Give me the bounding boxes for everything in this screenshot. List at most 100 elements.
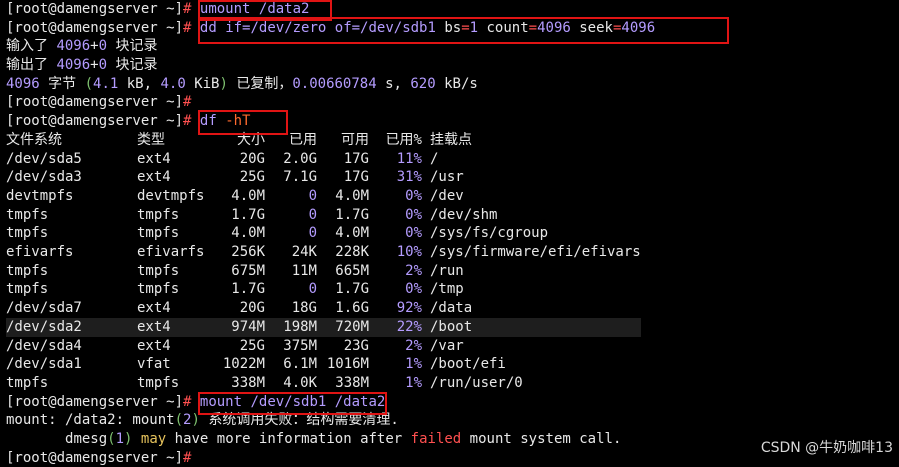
output-text: ): [191, 412, 200, 429]
df-cell: 4.0M: [335, 225, 369, 242]
df-header-row: 文件系统 类型 大小 已用 可用 已用% 挂载点: [6, 131, 641, 150]
terminal-line: [root@damengserver ~]# mount /dev/sdb1 /…: [6, 393, 899, 412]
output-text: may: [140, 431, 167, 448]
column-header: 大小: [237, 131, 265, 148]
command-part: if: [225, 19, 243, 36]
df-cell: tmpfs: [137, 281, 180, 298]
df-cell: /tmp: [430, 281, 464, 298]
df-cell: 11M: [291, 262, 317, 279]
df-cell: 22%: [396, 318, 422, 335]
watermark: CSDN @牛奶咖啡13: [760, 440, 893, 456]
df-cell: 1.7G: [231, 206, 265, 223]
df-cell: /dev: [430, 187, 464, 204]
df-cell: /usr: [430, 169, 464, 186]
column-header: 可用: [341, 131, 369, 148]
df-row: /dev/sda1 vfat 1022M 6.1M 1016M 1% /boot/efi: [6, 355, 641, 374]
output-text: ): [219, 75, 228, 92]
output-number: 4.1: [93, 75, 119, 92]
df-cell: /dev/sda7: [6, 300, 82, 317]
command-part: =/dev/zero: [242, 19, 335, 36]
output-text: kB,: [118, 75, 161, 92]
output-text: 已复制，: [227, 75, 293, 92]
output-text: (: [84, 75, 94, 92]
df-cell: /dev/sda1: [6, 356, 82, 373]
command-part: =: [461, 19, 470, 36]
output-text: (: [174, 412, 184, 429]
df-cell: 6.1M: [283, 356, 317, 373]
output-text: mount system call.: [461, 431, 622, 448]
df-cell: 338M: [335, 374, 369, 391]
df-cell: 1.7G: [335, 281, 369, 298]
df-cell: 0: [308, 281, 317, 298]
df-row: tmpfs tmpfs 338M 4.0K 338M 1% /run/user/0: [6, 374, 641, 393]
df-cell: 1%: [405, 374, 422, 391]
df-cell: 2%: [405, 262, 422, 279]
shell-prompt: [root@damengserver ~]#: [6, 449, 192, 466]
output-text: 输入了: [6, 38, 57, 55]
df-cell: tmpfs: [137, 225, 180, 242]
df-cell: /: [430, 150, 439, 167]
df-cell: 25G: [239, 337, 265, 354]
df-cell: /sys/fs/cgroup: [430, 225, 549, 242]
df-cell: 228K: [335, 244, 369, 261]
df-cell: /dev/sda2: [6, 318, 82, 335]
df-cell: /sys/firmware/efi/efivars: [430, 244, 641, 261]
terminal-line: [root@damengserver ~]# umount /data2: [6, 0, 899, 19]
df-cell: devtmpfs: [137, 187, 205, 204]
df-cell: 1022M: [222, 356, 265, 373]
df-cell: 4.0M: [335, 187, 369, 204]
command-part: 4096: [537, 19, 571, 36]
df-cell: 0%: [405, 225, 422, 242]
output-text: dmesg: [65, 431, 108, 448]
df-cell: 0%: [405, 281, 422, 298]
df-cell: 256K: [231, 244, 265, 261]
df-cell: /dev/sda3: [6, 169, 82, 186]
column-header: 已用: [289, 131, 317, 148]
df-cell: ext4: [137, 300, 171, 317]
df-row: /dev/sda5 ext4 20G 2.0G 17G 11% /: [6, 150, 641, 169]
shell-prompt: [root@damengserver ~]#: [6, 1, 192, 17]
df-row: tmpfs tmpfs 675M 11M 665M 2% /run: [6, 262, 641, 281]
command-part: df: [199, 113, 226, 130]
terminal-output[interactable]: [root@damengserver ~]# umount /data2 [ro…: [6, 0, 899, 467]
command-text: mount /dev/sdb1 /data2: [199, 393, 386, 410]
df-cell: tmpfs: [6, 206, 49, 223]
output-text: 输出了: [6, 57, 57, 74]
df-row: efivarfs efivarfs 256K 24K 228K 10% /sys/firmw…: [6, 243, 641, 262]
df-row: /dev/sda4 ext4 25G 375M 23G 2% /var: [6, 337, 641, 356]
df-cell: efivarfs: [6, 244, 74, 261]
df-cell: 31%: [396, 169, 422, 186]
df-cell: 2%: [405, 337, 422, 354]
df-cell: 17G: [343, 150, 369, 167]
output-text: (: [107, 431, 116, 448]
output-number: 620: [410, 75, 436, 92]
df-cell: 1%: [405, 356, 422, 373]
shell-prompt: [root@damengserver ~]#: [6, 94, 192, 111]
terminal-line: mount: /data2: mount(2) 系统调用失败：结构需要清理.: [6, 411, 899, 430]
df-row: /dev/sda7 ext4 20G 18G 1.6G 92% /data: [6, 299, 641, 318]
df-cell: 24K: [291, 244, 317, 261]
df-cell: 4.0M: [231, 187, 265, 204]
output-number: 0.00660784: [292, 75, 377, 92]
df-cell: 4.0K: [283, 374, 317, 391]
command-text: umount /data2: [199, 1, 310, 17]
command-part: bs: [444, 19, 462, 36]
df-row: tmpfs tmpfs 4.0M 0 4.0M 0% /sys/fs/cgroup: [6, 224, 641, 243]
command-part: 4096: [621, 19, 656, 36]
df-cell: 0%: [405, 206, 422, 223]
df-cell: 338M: [231, 374, 265, 391]
command-part: -hT: [225, 113, 251, 130]
df-cell: 17G: [343, 169, 369, 186]
df-table: 文件系统 类型 大小 已用 可用 已用% 挂载点 /dev/sda5 ext4 20…: [6, 131, 641, 393]
df-cell: 20G: [239, 300, 265, 317]
output-number: 0: [98, 38, 108, 55]
df-row: tmpfs tmpfs 1.7G 0 1.7G 0% /dev/shm: [6, 206, 641, 225]
shell-prompt: [root@damengserver ~]#: [6, 113, 192, 130]
output-text: +: [90, 57, 99, 74]
df-cell: ext4: [137, 337, 171, 354]
df-cell: /dev/sda5: [6, 150, 82, 167]
df-cell: ext4: [137, 150, 171, 167]
terminal-line: 输出了 4096+0 块记录: [6, 56, 899, 75]
